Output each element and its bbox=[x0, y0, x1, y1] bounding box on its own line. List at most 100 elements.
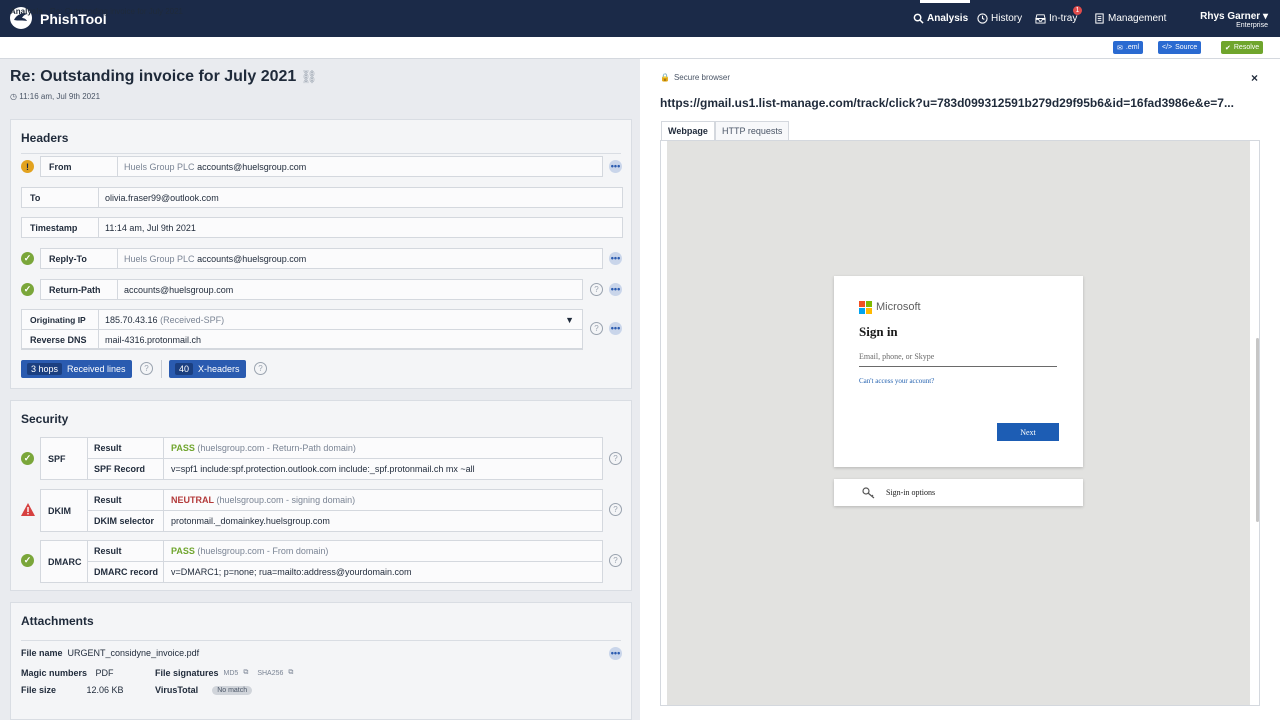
dmarc-block: DMARC Result PASS (huelsgroup.com - From… bbox=[40, 540, 603, 583]
dmarc-result: PASS bbox=[171, 545, 195, 556]
more-options-icon[interactable]: ••• bbox=[609, 160, 622, 173]
security-title: Security bbox=[21, 412, 69, 426]
nav-analysis-label: Analysis bbox=[927, 13, 969, 24]
top-navigation-bar: PhishTool bbox=[0, 0, 1280, 37]
timestamp-value: 11:14 am, Jul 9th 2021 bbox=[105, 222, 196, 233]
inbox-icon bbox=[1035, 14, 1046, 24]
received-hops-count: 3 hops bbox=[27, 363, 63, 375]
link-icon[interactable]: ⛓ bbox=[301, 69, 318, 84]
help-icon[interactable]: ? bbox=[609, 503, 622, 516]
timestamp-label: Timestamp bbox=[22, 218, 99, 237]
browser-url: https://gmail.us1.list-manage.com/track/… bbox=[660, 96, 1234, 110]
tab-http-requests[interactable]: HTTP requests bbox=[715, 121, 790, 141]
resolve-button[interactable]: ✔ Resolve bbox=[1221, 41, 1264, 54]
nav-analysis[interactable]: Analysis bbox=[913, 13, 968, 24]
cant-access-link[interactable]: Can't access your account? bbox=[859, 377, 934, 385]
close-icon[interactable]: × bbox=[1251, 71, 1258, 85]
dkim-block: DKIM Result NEUTRAL (huelsgroup.com - si… bbox=[40, 489, 603, 532]
received-lines-label: Received lines bbox=[67, 364, 126, 374]
originating-ip-value: 185.70.43.16 bbox=[105, 315, 158, 325]
email-input[interactable]: Email, phone, or Skype bbox=[859, 350, 1057, 367]
nav-history[interactable]: History bbox=[977, 13, 1022, 24]
dkim-result: NEUTRAL bbox=[171, 494, 214, 505]
more-options-icon[interactable]: ••• bbox=[609, 283, 622, 296]
pass-check-icon: ✓ bbox=[21, 252, 34, 265]
signin-options-label: Sign-in options bbox=[886, 488, 936, 497]
received-lines-button[interactable]: 3 hops Received lines bbox=[21, 360, 132, 378]
nav-intray-label: In-tray bbox=[1049, 13, 1078, 24]
dkim-result-label: Result bbox=[88, 490, 164, 511]
reverse-dns-row: Reverse DNS mail-4316.protonmail.ch bbox=[21, 329, 583, 350]
nav-management[interactable]: Management bbox=[1094, 13, 1166, 24]
next-button[interactable]: Next bbox=[997, 423, 1059, 441]
divider bbox=[21, 640, 621, 641]
user-menu[interactable]: Rhys Garner ▾ Enterprise bbox=[1200, 11, 1268, 29]
copy-icon[interactable]: ⧉ bbox=[243, 669, 248, 677]
warning-icon: ! bbox=[21, 160, 34, 173]
from-label: From bbox=[41, 157, 118, 176]
clock-icon bbox=[977, 13, 988, 24]
reply-to-row: Reply-To Huels Group PLC accounts@huelsg… bbox=[40, 248, 603, 269]
help-icon[interactable]: ? bbox=[590, 283, 603, 296]
file-size: File size 12.06 KB bbox=[21, 685, 124, 695]
pass-check-icon: ✓ bbox=[21, 554, 34, 567]
breadcrumb-root[interactable]: Analysis bbox=[10, 7, 43, 16]
email-received-text: 11:16 am, Jul 9th 2021 bbox=[19, 92, 101, 101]
dkim-result-note: (huelsgroup.com - signing domain) bbox=[216, 494, 356, 505]
chevron-down-icon: ▾ bbox=[1262, 11, 1268, 22]
active-nav-indicator bbox=[920, 0, 970, 3]
file-name-value[interactable]: URGENT_considyne_invoice.pdf bbox=[68, 648, 200, 658]
download-eml-button[interactable]: ✉ .eml bbox=[1113, 41, 1144, 54]
dropdown-caret-icon[interactable]: ▼ bbox=[565, 315, 574, 325]
email-subject: Re: Outstanding invoice for July 2021 ⛓ bbox=[10, 68, 317, 86]
to-label: To bbox=[22, 188, 99, 207]
divider bbox=[21, 153, 621, 154]
webpage-scrollbar[interactable] bbox=[1256, 338, 1259, 522]
help-icon[interactable]: ? bbox=[609, 452, 622, 465]
pass-check-icon: ✓ bbox=[21, 283, 34, 296]
dmarc-result-label: Result bbox=[88, 541, 164, 562]
spf-name: SPF bbox=[41, 438, 88, 479]
help-icon[interactable]: ? bbox=[140, 362, 153, 375]
breadcrumb: Analysis › Re: Outstanding invoice for J… bbox=[10, 7, 183, 16]
tab-webpage[interactable]: Webpage bbox=[661, 121, 715, 141]
originating-ip-label: Originating IP bbox=[22, 310, 99, 330]
spf-record-label: SPF Record bbox=[88, 458, 164, 479]
attachments-card: Attachments bbox=[10, 602, 632, 720]
copy-icon[interactable]: ⧉ bbox=[288, 669, 293, 677]
spf-record: v=spf1 include:spf.protection.outlook.co… bbox=[171, 463, 475, 474]
spf-result-label: Result bbox=[88, 438, 164, 459]
more-options-icon[interactable]: ••• bbox=[609, 322, 622, 335]
x-headers-count: 40 bbox=[175, 363, 194, 375]
more-options-icon[interactable]: ••• bbox=[609, 252, 622, 265]
key-icon bbox=[862, 486, 875, 498]
search-icon bbox=[913, 13, 924, 24]
reply-to-name: Huels Group PLC bbox=[124, 253, 195, 264]
file-signatures-label: File signatures bbox=[155, 668, 219, 678]
x-headers-button[interactable]: 40 X-headers bbox=[169, 360, 246, 378]
pass-check-icon: ✓ bbox=[21, 452, 34, 465]
from-name: Huels Group PLC bbox=[124, 161, 195, 172]
dmarc-record-label: DMARC record bbox=[88, 561, 164, 582]
help-icon[interactable]: ? bbox=[609, 554, 622, 567]
attachments-title: Attachments bbox=[21, 614, 94, 628]
view-source-button[interactable]: </> Source bbox=[1158, 41, 1202, 54]
divider bbox=[161, 360, 162, 378]
file-size-value: 12.06 KB bbox=[86, 685, 124, 695]
check-icon: ✔ bbox=[1225, 44, 1231, 52]
signin-options-button[interactable]: Sign-in options bbox=[834, 479, 1083, 506]
nav-intray[interactable]: In-tray bbox=[1035, 13, 1077, 24]
dmarc-result-note: (huelsgroup.com - From domain) bbox=[197, 545, 329, 556]
resolve-label: Resolve bbox=[1233, 44, 1260, 51]
microsoft-brand: Microsoft bbox=[876, 301, 921, 313]
reply-to-address: accounts@huelsgroup.com bbox=[197, 253, 307, 264]
to-row: To olivia.fraser99@outlook.com bbox=[21, 187, 623, 208]
reverse-dns-value: mail-4316.protonmail.ch bbox=[105, 334, 202, 345]
timestamp-row: Timestamp 11:14 am, Jul 9th 2021 bbox=[21, 217, 623, 238]
magic-numbers-value: PDF bbox=[95, 668, 114, 678]
more-options-icon[interactable]: ••• bbox=[609, 647, 622, 660]
magic-numbers: Magic numbers PDF bbox=[21, 668, 114, 678]
dkim-selector-label: DKIM selector bbox=[88, 510, 164, 531]
help-icon[interactable]: ? bbox=[254, 362, 267, 375]
help-icon[interactable]: ? bbox=[590, 322, 603, 335]
